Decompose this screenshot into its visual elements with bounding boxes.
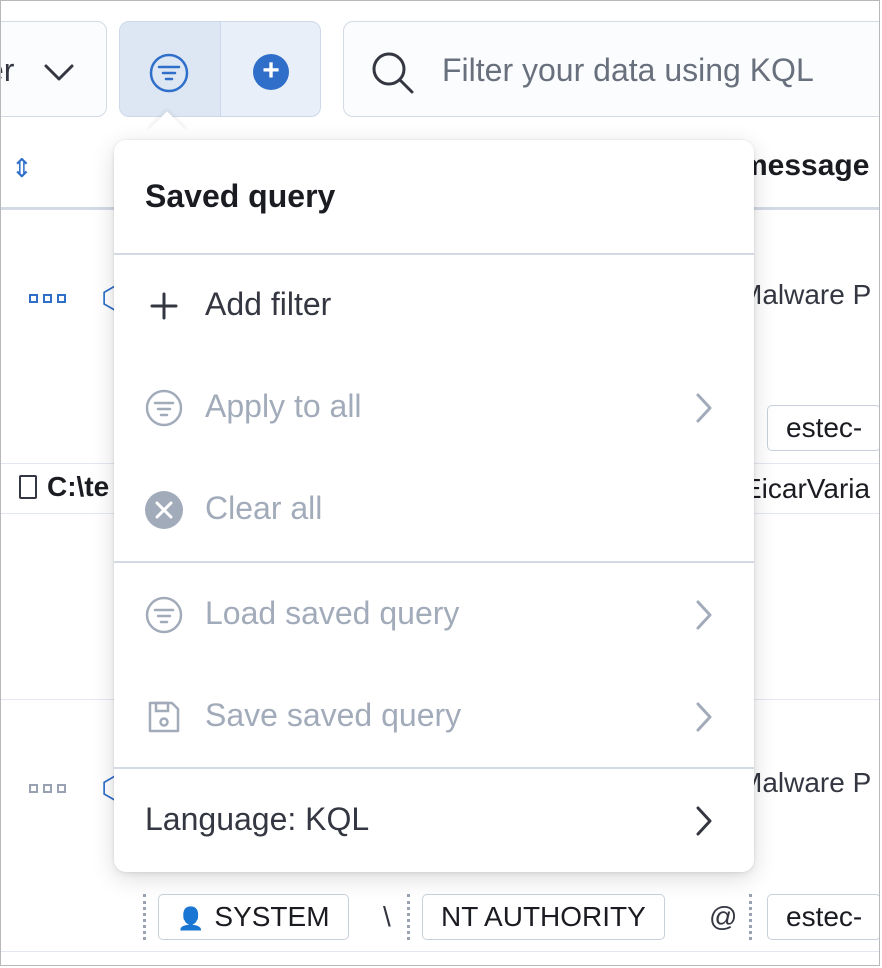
filter-icon — [149, 53, 189, 93]
host-badge[interactable]: estec- — [767, 405, 879, 451]
popover-divider — [114, 253, 754, 255]
row-message: Malware P — [739, 279, 872, 310]
filter-button-group: + — [119, 21, 321, 117]
saved-query-menu-button[interactable] — [120, 22, 220, 116]
user-badge[interactable]: 👤 SYSTEM — [158, 894, 349, 940]
plus-in-circle-icon: + — [253, 54, 289, 90]
user-icon: 👤 — [177, 906, 205, 931]
app-frame: er + Filter your data using KQL ⇕ messag… — [0, 0, 880, 966]
popover-title: Saved query — [145, 178, 336, 214]
filter-icon — [145, 596, 183, 634]
chevron-right-icon — [696, 806, 712, 836]
drag-handle[interactable] — [143, 894, 149, 940]
row-divider — [1, 951, 879, 952]
menu-item-label: Save saved query — [205, 697, 462, 733]
row-actions-icon[interactable] — [29, 294, 66, 303]
host-badge[interactable]: estec- — [767, 894, 879, 940]
row-message: Malware P — [739, 767, 872, 798]
clear-icon — [145, 491, 183, 529]
document-icon — [19, 475, 37, 499]
chevron-right-icon — [696, 702, 712, 732]
save-icon — [148, 701, 180, 733]
data-view-selector[interactable]: er — [1, 21, 107, 117]
drag-handle[interactable] — [749, 894, 755, 940]
menu-item-save-saved-query[interactable]: Save saved query — [114, 667, 754, 767]
file-path-text: C:\te — [47, 471, 110, 502]
saved-query-popover: Saved query Add filter Apply to all Clea… — [114, 140, 754, 872]
file-path: C:\te — [19, 471, 109, 503]
chevron-right-icon — [696, 600, 712, 630]
menu-item-clear-all[interactable]: Clear all — [114, 460, 754, 560]
row-message: EicarVaria — [743, 473, 871, 504]
data-view-selector-label: er — [1, 52, 15, 88]
menu-item-label: Add filter — [205, 286, 332, 322]
menu-item-label: Load saved query — [205, 595, 460, 631]
kql-search-input[interactable]: Filter your data using KQL — [343, 21, 879, 117]
menu-item-label: Language: KQL — [145, 801, 370, 837]
domain-badge[interactable]: NT AUTHORITY — [422, 894, 665, 940]
menu-item-add-filter[interactable]: Add filter — [114, 256, 754, 356]
search-icon — [372, 52, 414, 94]
search-placeholder: Filter your data using KQL — [442, 52, 814, 88]
at-text: @ — [709, 901, 738, 932]
chevron-down-icon — [44, 64, 74, 81]
chevron-right-icon — [696, 393, 712, 423]
drag-handle[interactable] — [407, 894, 413, 940]
add-filter-button[interactable]: + — [221, 22, 320, 116]
menu-item-label: Clear all — [205, 490, 323, 526]
menu-item-load-saved-query[interactable]: Load saved query — [114, 565, 754, 665]
menu-item-language[interactable]: Language: KQL — [114, 771, 754, 871]
row-actions-icon[interactable] — [29, 784, 66, 793]
plus-icon — [150, 292, 178, 320]
user-badge-text: SYSTEM — [214, 901, 330, 932]
popover-divider — [114, 767, 754, 769]
sort-icon[interactable]: ⇕ — [11, 153, 33, 184]
filter-icon — [145, 389, 183, 427]
separator-text: \ — [383, 901, 391, 932]
menu-item-label: Apply to all — [205, 388, 362, 424]
column-header-message[interactable]: message — [741, 149, 869, 183]
menu-item-apply-to-all[interactable]: Apply to all — [114, 358, 754, 458]
popover-divider — [114, 561, 754, 563]
